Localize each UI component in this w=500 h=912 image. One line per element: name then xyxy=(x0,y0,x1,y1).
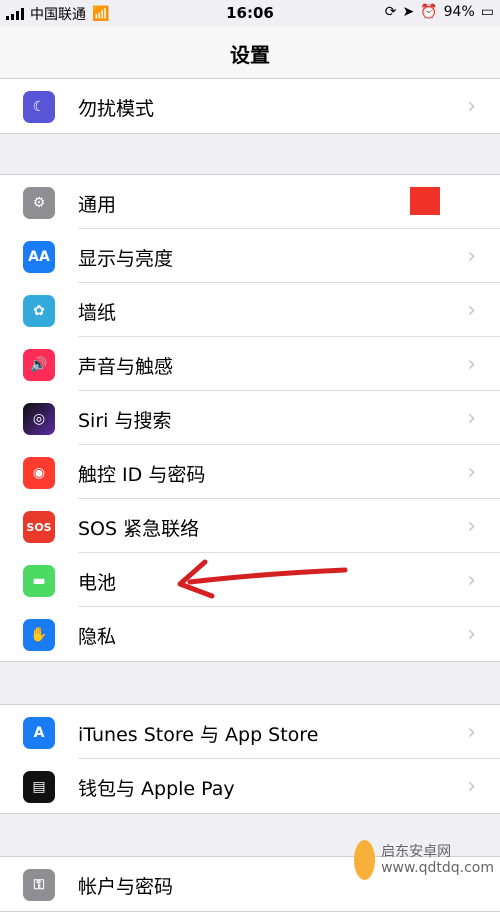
row-label: 声音与触感 xyxy=(78,356,174,378)
row-label: 触控 ID 与密码 xyxy=(78,464,206,486)
row-label: 隐私 xyxy=(78,626,117,648)
chevron-right-icon: › xyxy=(467,460,476,485)
battery-status-icon: ▭ xyxy=(480,4,494,20)
chevron-right-icon: › xyxy=(467,94,476,119)
chevron-right-icon: › xyxy=(467,406,476,431)
appstore-icon: A xyxy=(23,717,55,749)
chevron-right-icon: › xyxy=(467,244,476,269)
wallet-icon: ▤ xyxy=(23,771,55,803)
settings-row-wallet[interactable]: ▤ 钱包与 Apple Pay › xyxy=(0,759,500,813)
status-bar: 中国联通 📶 16:06 ⟳ ➤ ⏰ 94% ▭ xyxy=(0,0,500,26)
rotation-lock-icon: ⟳ xyxy=(384,4,397,20)
settings-row-display[interactable]: AA 显示与亮度 › xyxy=(0,229,500,283)
row-label: 墙纸 xyxy=(78,302,117,324)
row-label: 钱包与 Apple Pay xyxy=(78,778,235,800)
watermark: 启东安卓网 www.qdtdq.com xyxy=(354,837,494,883)
navigation-bar: 设置 xyxy=(0,26,500,79)
sos-icon: SOS xyxy=(23,511,55,543)
key-icon: ⚿ xyxy=(23,869,55,901)
row-label: 显示与亮度 xyxy=(78,248,174,270)
watermark-url: www.qdtdq.com xyxy=(381,860,494,876)
group-dnd: ☾ 勿扰模式 › xyxy=(0,78,500,134)
moon-icon: ☾ xyxy=(23,91,55,123)
alarm-icon: ⏰ xyxy=(420,4,438,20)
group-stores: A iTunes Store 与 App Store › ▤ 钱包与 Apple… xyxy=(0,704,500,814)
settings-row-privacy[interactable]: ✋ 隐私 › xyxy=(0,607,500,661)
row-label: 勿扰模式 xyxy=(78,98,155,120)
row-label: iTunes Store 与 App Store xyxy=(78,724,319,746)
flower-icon: ✿ xyxy=(23,295,55,327)
settings-row-dnd[interactable]: ☾ 勿扰模式 › xyxy=(0,79,500,133)
gear-icon: ⚙ xyxy=(23,187,55,219)
settings-row-siri[interactable]: ◎ Siri 与搜索 › xyxy=(0,391,500,445)
chevron-right-icon: › xyxy=(467,298,476,323)
settings-row-touchid[interactable]: ◉ 触控 ID 与密码 › xyxy=(0,445,500,499)
settings-row-sos[interactable]: SOS SOS 紧急联络 › xyxy=(0,499,500,553)
page-title: 设置 xyxy=(230,43,270,67)
chevron-right-icon: › xyxy=(467,352,476,377)
settings-row-wallpaper[interactable]: ✿ 墙纸 › xyxy=(0,283,500,337)
settings-row-itunes[interactable]: A iTunes Store 与 App Store › xyxy=(0,705,500,759)
hand-icon: ✋ xyxy=(23,619,55,651)
settings-row-general[interactable]: ⚙ 通用 xyxy=(0,175,500,229)
red-badge xyxy=(410,187,440,215)
chevron-right-icon: › xyxy=(467,720,476,745)
row-label: Siri 与搜索 xyxy=(78,410,172,432)
battery-percent: 94% xyxy=(443,4,475,20)
row-label: 电池 xyxy=(78,572,117,594)
chevron-right-icon: › xyxy=(467,514,476,539)
fingerprint-icon: ◉ xyxy=(23,457,55,489)
watermark-site: 启东安卓网 xyxy=(381,844,452,860)
chevron-right-icon: › xyxy=(467,622,476,647)
group-system: ⚙ 通用 AA 显示与亮度 › ✿ 墙纸 › 🔊 声音与触感 › ◎ Siri … xyxy=(0,174,500,662)
settings-row-sound[interactable]: 🔊 声音与触感 › xyxy=(0,337,500,391)
speaker-icon: 🔊 xyxy=(23,349,55,381)
siri-icon: ◎ xyxy=(23,403,55,435)
row-label: SOS 紧急联络 xyxy=(78,518,200,540)
row-label: 通用 xyxy=(78,194,117,216)
chevron-right-icon: › xyxy=(467,774,476,799)
settings-row-battery[interactable]: ▬ 电池 › xyxy=(0,553,500,607)
watermark-logo-icon xyxy=(354,840,376,880)
aa-icon: AA xyxy=(23,241,55,273)
row-label: 帐户与密码 xyxy=(78,876,174,898)
chevron-right-icon: › xyxy=(467,568,476,593)
battery-icon: ▬ xyxy=(23,565,55,597)
location-icon: ➤ xyxy=(402,4,415,20)
